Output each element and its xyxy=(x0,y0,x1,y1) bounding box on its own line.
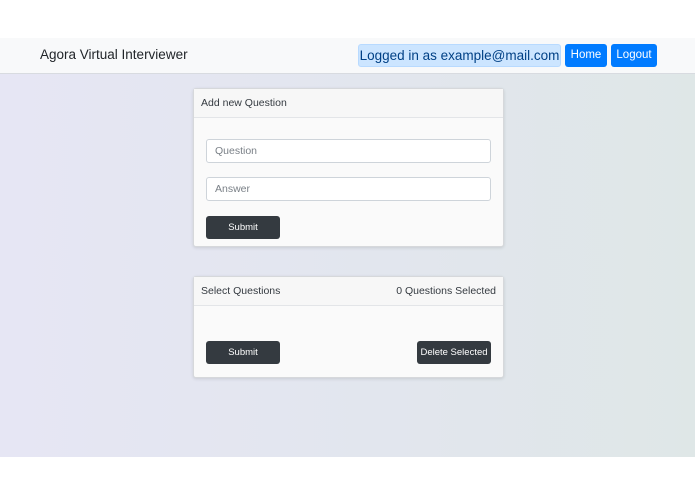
selected-count: 0 Questions Selected xyxy=(396,285,496,297)
answer-input[interactable] xyxy=(206,177,491,201)
logged-in-badge: Logged in as example@mail.com xyxy=(358,44,561,67)
add-question-card-header: Add new Question xyxy=(194,89,503,118)
add-question-card: Add new Question Submit xyxy=(193,88,504,247)
logout-button[interactable]: Logout xyxy=(611,44,657,67)
select-questions-card-header: Select Questions 0 Questions Selected xyxy=(194,277,503,306)
question-input[interactable] xyxy=(206,139,491,163)
select-questions-card: Select Questions 0 Questions Selected Su… xyxy=(193,276,504,378)
select-questions-submit-button[interactable]: Submit xyxy=(206,341,280,364)
add-question-submit-button[interactable]: Submit xyxy=(206,216,280,239)
add-question-title: Add new Question xyxy=(201,97,287,109)
app-brand[interactable]: Agora Virtual Interviewer xyxy=(40,47,188,62)
home-button[interactable]: Home xyxy=(565,44,607,67)
select-questions-title: Select Questions xyxy=(201,285,281,297)
delete-selected-button[interactable]: Delete Selected xyxy=(417,341,491,364)
